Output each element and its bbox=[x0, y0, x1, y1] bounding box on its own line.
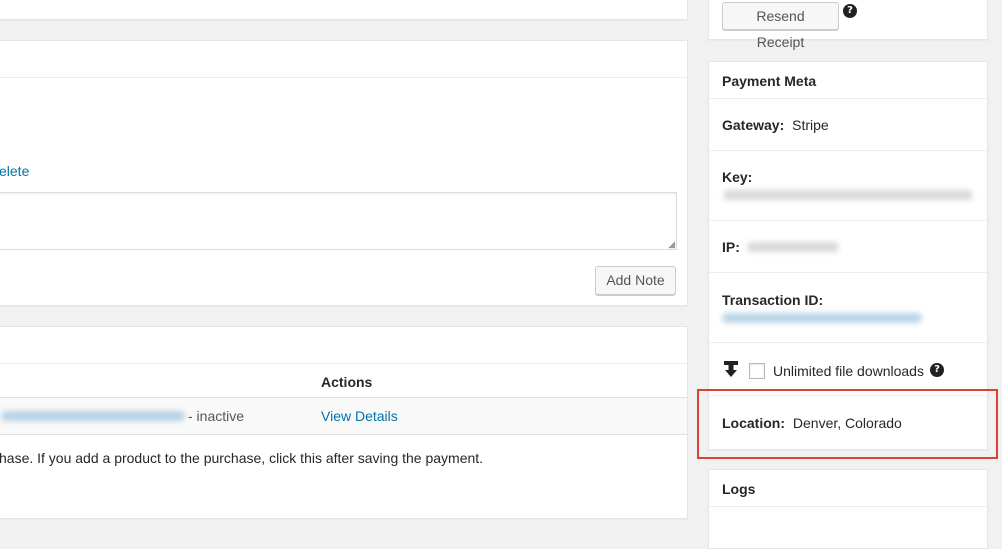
ip-value-obscured bbox=[747, 242, 839, 252]
logs-title: Logs bbox=[722, 481, 756, 497]
note-textarea[interactable]: ◢ bbox=[0, 192, 677, 250]
resize-handle-icon[interactable]: ◢ bbox=[668, 239, 675, 249]
delete-note-link[interactable]: elete bbox=[0, 163, 29, 179]
receipt-panel: Resend Receipt ? bbox=[708, 0, 988, 50]
location-highlight-box bbox=[697, 389, 998, 459]
view-details-link[interactable]: View Details bbox=[321, 408, 398, 424]
meta-divider bbox=[709, 342, 987, 343]
ip-label: IP: bbox=[722, 239, 740, 255]
actions-column-header: Actions bbox=[321, 374, 373, 390]
licenses-help-text: hase. If you add a product to the purcha… bbox=[0, 450, 484, 466]
license-row: - inactive View Details bbox=[0, 397, 687, 435]
key-value-obscured bbox=[723, 190, 973, 200]
license-status: - inactive bbox=[188, 408, 245, 424]
payment-meta-title: Payment Meta bbox=[722, 73, 817, 89]
top-panel-bottom bbox=[0, 0, 688, 20]
gateway-label: Gateway: bbox=[722, 117, 785, 133]
meta-header-divider bbox=[709, 98, 987, 99]
meta-divider bbox=[709, 150, 987, 151]
resend-receipt-button[interactable]: Resend Receipt bbox=[722, 2, 839, 50]
meta-divider bbox=[709, 220, 987, 221]
licenses-header-divider bbox=[0, 363, 687, 364]
download-icon bbox=[723, 360, 739, 378]
add-note-button[interactable]: Add Note bbox=[595, 266, 676, 295]
notes-header-divider bbox=[0, 77, 687, 78]
key-label: Key: bbox=[722, 169, 753, 185]
transaction-id-label: Transaction ID: bbox=[722, 292, 824, 308]
licenses-panel: Actions - inactive View Details hase. If… bbox=[0, 326, 688, 519]
unlimited-downloads-checkbox[interactable] bbox=[749, 363, 765, 379]
transaction-id-obscured[interactable] bbox=[722, 313, 922, 323]
unlimited-downloads-label: Unlimited file downloads bbox=[773, 363, 924, 379]
meta-divider bbox=[709, 272, 987, 273]
license-key-obscured bbox=[1, 411, 185, 421]
resend-help-icon[interactable]: ? bbox=[843, 4, 857, 18]
gateway-value: Stripe bbox=[792, 117, 829, 133]
logs-header-divider bbox=[709, 506, 987, 507]
unlimited-help-icon[interactable]: ? bbox=[930, 363, 944, 377]
logs-panel: Logs bbox=[708, 469, 988, 549]
notes-panel: elete ◢ Add Note bbox=[0, 40, 688, 306]
gateway-row: Gateway: Stripe bbox=[722, 117, 829, 133]
